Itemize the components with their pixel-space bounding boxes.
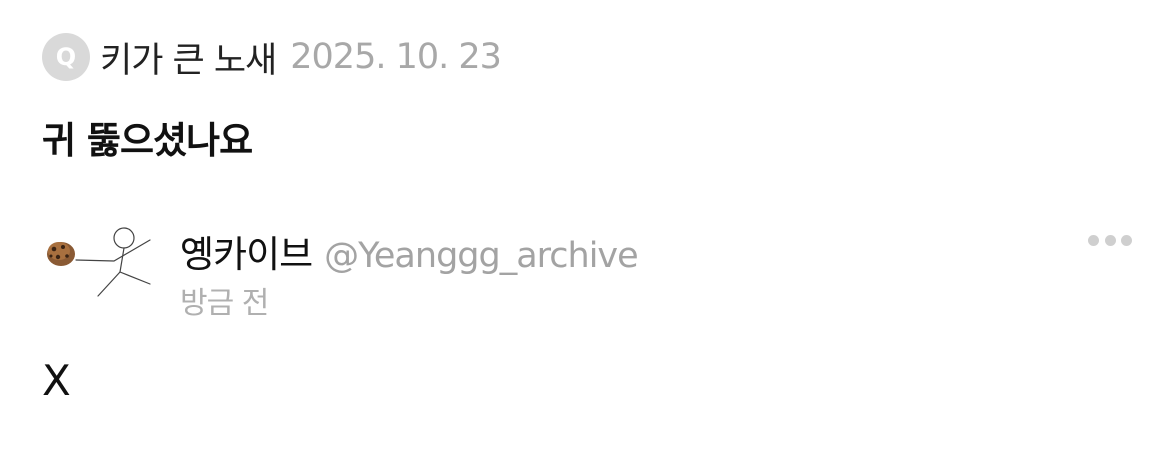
question-date: 2025. 10. 23 [290,37,502,77]
question-badge-icon: Q [42,33,90,81]
more-dot [1104,234,1116,246]
answer-block: 옝카이브 @Yeanggg_archive 방금 전 [42,216,1132,326]
answerer-line: 옝카이브 @Yeanggg_archive [180,224,639,278]
more-options-icon[interactable] [1088,232,1132,248]
more-dot [1088,234,1099,246]
stick-figure-avatar-icon[interactable] [42,216,162,306]
answerer-name[interactable]: 옝카이브 [180,224,313,278]
question-header: Q 키가 큰 노새 2025. 10. 23 [42,32,502,83]
question-text: 귀 뚫으셨나요 [42,119,253,162]
answer-timestamp: 방금 전 [180,286,269,321]
asker-name[interactable]: 키가 큰 노새 [100,32,277,83]
answer-text: X [42,356,71,405]
answerer-handle[interactable]: @Yeanggg_archive [324,236,639,276]
more-dot [1121,234,1132,246]
